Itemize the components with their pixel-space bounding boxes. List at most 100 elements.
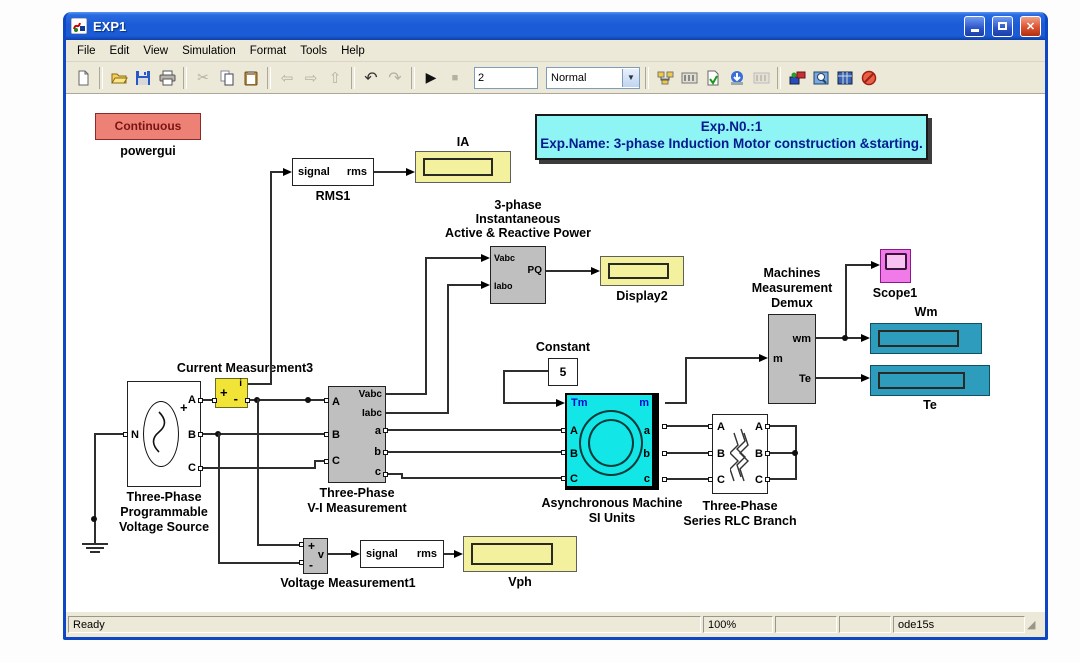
block-display-vph[interactable] (463, 536, 577, 572)
print-icon[interactable] (156, 67, 178, 89)
block-voltage-measurement[interactable]: + - v (303, 538, 328, 574)
navigate-back-icon[interactable]: ⇦ (276, 67, 298, 89)
wire-segment[interactable] (685, 357, 760, 359)
wire-segment[interactable] (218, 433, 220, 564)
wire-segment[interactable] (845, 264, 847, 339)
menu-file[interactable]: File (70, 43, 103, 59)
wire-segment[interactable] (447, 284, 449, 414)
close-button[interactable]: ✕ (1020, 15, 1041, 37)
cut-icon[interactable]: ✂ (192, 67, 214, 89)
port-label: B (188, 429, 196, 441)
menu-view[interactable]: View (136, 43, 175, 59)
chevron-down-icon[interactable]: ▼ (622, 68, 639, 87)
block-rms1[interactable]: signal rms (292, 158, 374, 186)
wire-segment[interactable] (665, 425, 712, 427)
model-canvas[interactable]: Continuous powergui Exp.N0.:1 Exp.Name: … (66, 93, 1045, 612)
wire-segment[interactable] (386, 412, 449, 414)
workspace-view-icon[interactable] (834, 67, 856, 89)
titlebar[interactable]: EXP1 ✕ (66, 12, 1045, 40)
block-rlc-branch[interactable]: A B C A B C (712, 414, 768, 494)
block-display-te[interactable] (870, 365, 990, 396)
port-square (324, 398, 329, 403)
block-display2[interactable] (600, 256, 684, 286)
wire-segment[interactable] (328, 553, 352, 555)
wire-segment[interactable] (447, 284, 482, 286)
wire-segment[interactable] (503, 370, 505, 404)
undo-icon[interactable]: ↶ (360, 67, 382, 89)
block-power-measurement[interactable]: Vabc Iabo PQ (490, 246, 546, 304)
copy-icon[interactable] (216, 67, 238, 89)
paste-icon[interactable] (240, 67, 262, 89)
block-display-wm[interactable] (870, 323, 982, 354)
menu-edit[interactable]: Edit (103, 43, 137, 59)
wire-segment[interactable] (665, 452, 712, 454)
wire-segment[interactable] (201, 467, 316, 469)
block-display-ia[interactable] (415, 151, 511, 183)
new-model-icon[interactable] (72, 67, 94, 89)
wire-segment[interactable] (546, 270, 592, 272)
wire-segment[interactable] (401, 477, 565, 479)
navigate-up-icon[interactable]: ⇧ (324, 67, 346, 89)
port-label: m (639, 397, 649, 409)
wire-segment[interactable] (503, 370, 548, 372)
wire-segment[interactable] (248, 399, 328, 401)
wire-segment[interactable] (270, 171, 284, 173)
build-all-icon[interactable] (726, 67, 748, 89)
wire-segment[interactable] (218, 562, 303, 564)
port-label: B (755, 448, 763, 460)
open-model-icon[interactable] (108, 67, 130, 89)
wire-segment[interactable] (768, 478, 796, 480)
update-diagram-icon[interactable] (702, 67, 724, 89)
wire-segment[interactable] (768, 425, 796, 427)
block-async-machine[interactable]: Tm m A B C a b c (565, 393, 659, 490)
wire-segment[interactable] (386, 429, 565, 431)
sim-stop-time-input[interactable] (474, 66, 538, 89)
block-rms2[interactable]: signal rms (360, 540, 444, 568)
menu-help[interactable]: Help (334, 43, 372, 59)
save-model-icon[interactable] (132, 67, 154, 89)
wire-segment[interactable] (685, 357, 687, 404)
block-constant[interactable]: 5 (548, 358, 578, 386)
wire-segment[interactable] (665, 478, 712, 480)
wire-segment[interactable] (257, 544, 303, 546)
wire-segment[interactable] (248, 383, 272, 385)
wire-segment[interactable] (386, 451, 565, 453)
simulink-library-icon[interactable] (786, 67, 808, 89)
start-simulation-icon[interactable]: ▶ (420, 67, 442, 89)
minimize-button[interactable] (964, 15, 985, 37)
wire-segment[interactable] (816, 377, 862, 379)
wire-segment[interactable] (94, 433, 96, 543)
wire-segment[interactable] (425, 257, 427, 395)
wire-segment[interactable] (270, 171, 272, 385)
block-scope1[interactable] (880, 249, 911, 283)
stop-simulation-icon[interactable]: ■ (444, 67, 466, 89)
annotation-title-box[interactable]: Exp.N0.:1 Exp.Name: 3-phase Induction Mo… (535, 114, 928, 160)
maximize-button[interactable] (992, 15, 1013, 37)
block-powergui[interactable]: Continuous (95, 113, 201, 140)
wire-segment[interactable] (257, 399, 259, 546)
block-current-measurement[interactable]: i + - (215, 378, 248, 408)
wire-segment[interactable] (386, 393, 427, 395)
menu-format[interactable]: Format (243, 43, 293, 59)
ground-icon (90, 551, 100, 553)
viewer-disabled-icon[interactable] (750, 67, 772, 89)
wire-segment[interactable] (503, 402, 556, 404)
debug-icon[interactable] (858, 67, 880, 89)
library-browser-icon[interactable] (654, 67, 676, 89)
wire-segment[interactable] (665, 402, 687, 404)
wire-segment[interactable] (425, 257, 482, 259)
block-vi-measurement[interactable]: A B C Vabc Iabc a b c (328, 386, 386, 483)
wire-segment[interactable] (845, 264, 872, 266)
sim-mode-select[interactable]: Normal ▼ (546, 66, 640, 89)
menu-tools[interactable]: Tools (293, 43, 334, 59)
wire-segment[interactable] (816, 337, 862, 339)
model-browser-icon[interactable] (678, 67, 700, 89)
redo-icon[interactable]: ↷ (384, 67, 406, 89)
model-explorer-icon[interactable] (810, 67, 832, 89)
navigate-forward-icon[interactable]: ⇨ (300, 67, 322, 89)
block-voltage-source[interactable]: N A B C + (127, 381, 201, 487)
menu-simulation[interactable]: Simulation (175, 43, 243, 59)
block-demux[interactable]: m wm Te (768, 314, 816, 404)
resize-grip[interactable]: ◢ (1027, 617, 1043, 633)
wire-segment[interactable] (374, 171, 407, 173)
